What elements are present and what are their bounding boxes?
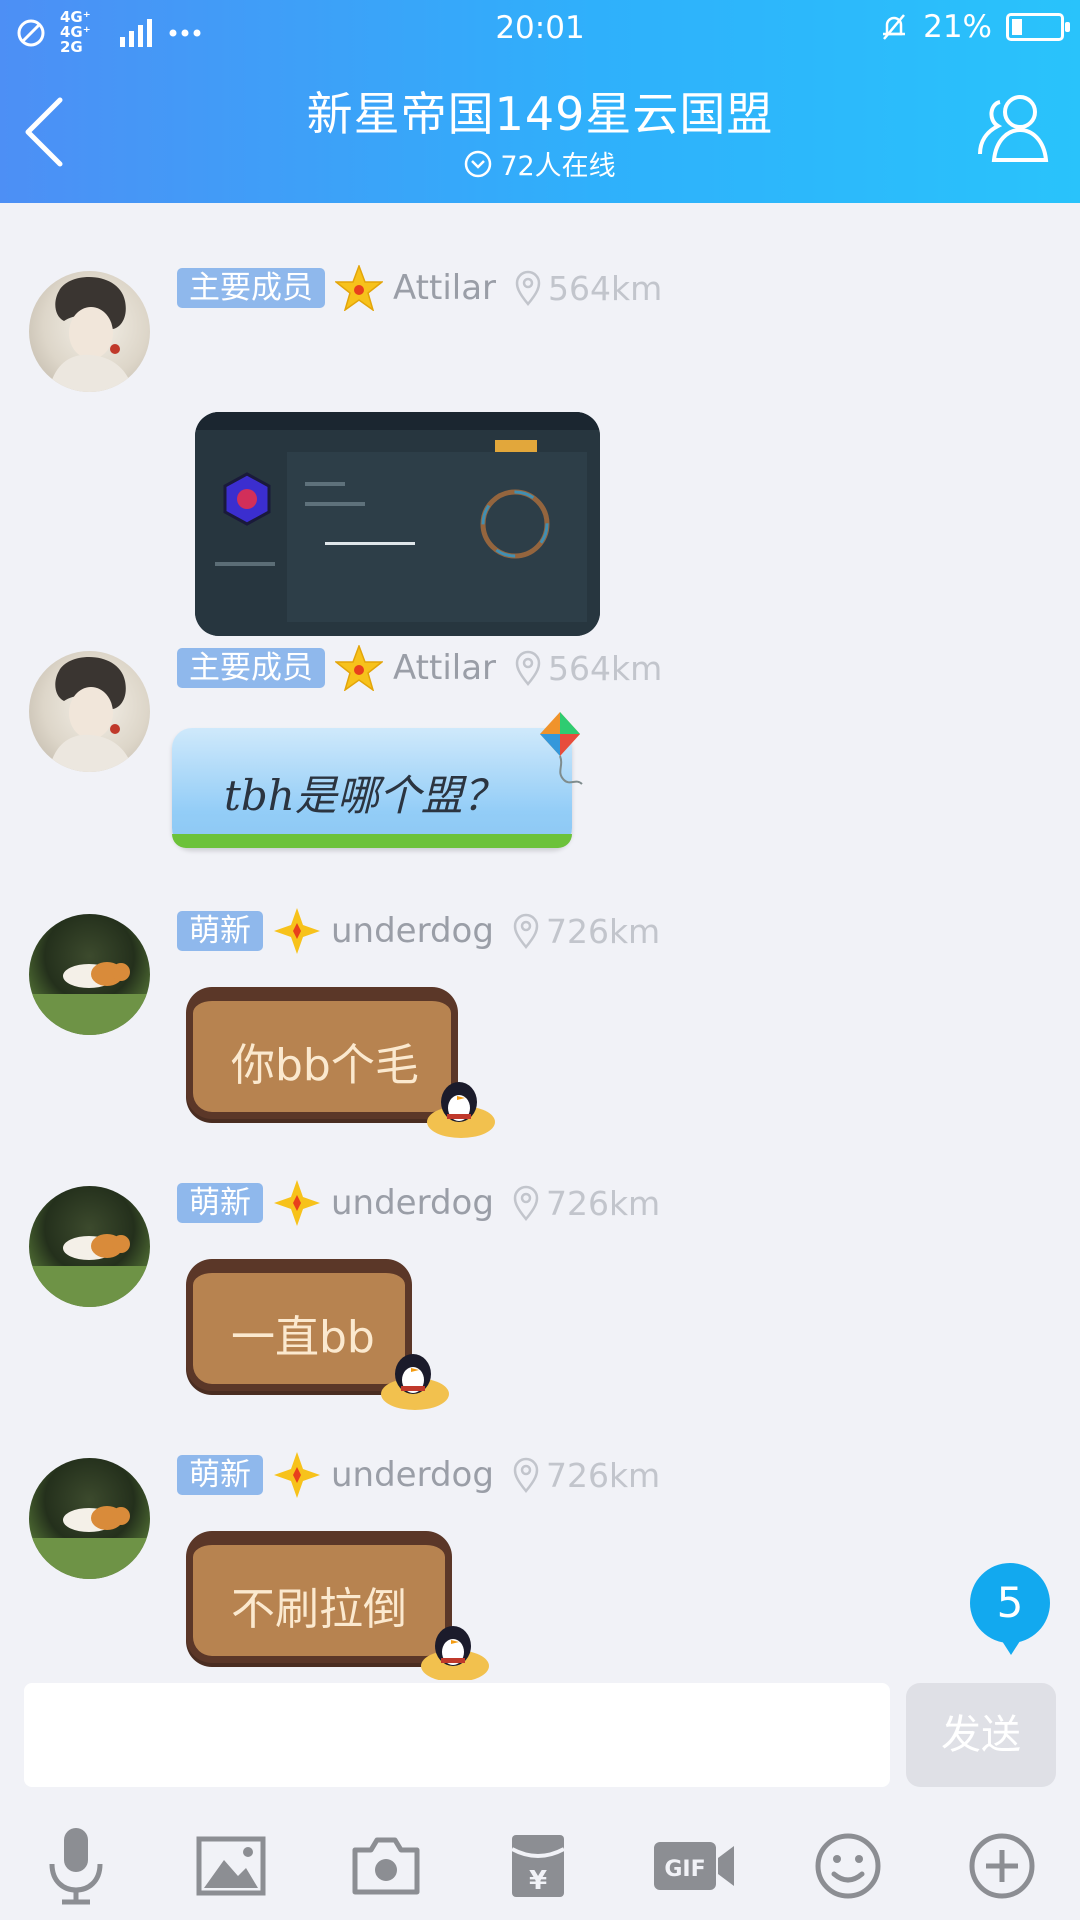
message-text: 一直bb	[231, 1312, 375, 1363]
image-icon[interactable]	[191, 1826, 271, 1906]
emoji-icon[interactable]	[808, 1826, 888, 1906]
avatar[interactable]	[29, 1186, 150, 1307]
message-bubble[interactable]: 不刷拉倒	[186, 1531, 489, 1680]
username[interactable]: Attilar	[393, 268, 496, 308]
distance: 726km	[545, 1455, 661, 1495]
message-bubble[interactable]: tbh是哪个盟？	[172, 712, 583, 848]
message-text: 不刷拉倒	[231, 1584, 407, 1635]
username[interactable]: underdog	[331, 1183, 494, 1223]
chevron-circle-down-icon	[465, 150, 492, 177]
online-count: 72人在线	[500, 151, 616, 182]
role-badge: 萌新	[177, 1183, 263, 1223]
message-meta: 萌新 underdog 726km	[177, 908, 661, 954]
role-badge: 萌新	[177, 1455, 263, 1495]
message-text: 你bb个毛	[231, 1040, 419, 1091]
distance: 564km	[548, 268, 663, 308]
input-toolbar: ¥ GIF	[0, 1800, 1080, 1920]
role-badge: 主要成员	[177, 268, 325, 308]
message-input[interactable]	[24, 1683, 890, 1787]
avatar[interactable]	[29, 914, 150, 1035]
group-members-icon[interactable]	[974, 86, 1058, 170]
avatar[interactable]	[29, 1458, 150, 1579]
message-list[interactable]: 主要成员 Attilar 564km 主要成员 Attilar 564km tb…	[0, 203, 1080, 1680]
role-badge: 萌新	[177, 911, 263, 951]
send-button[interactable]: 发送	[906, 1683, 1056, 1787]
camera-icon[interactable]	[346, 1826, 426, 1906]
location-pin-icon	[513, 1457, 539, 1493]
username[interactable]: underdog	[331, 1455, 494, 1495]
avatar[interactable]	[29, 271, 150, 392]
mute-bell-icon	[883, 14, 906, 40]
four-point-star-icon	[274, 1452, 320, 1498]
gold-star-icon	[335, 645, 383, 691]
online-count-toggle[interactable]: 72人在线	[0, 144, 1080, 183]
svg-text:GIF: GIF	[664, 1857, 705, 1882]
penguin-mascot-icon	[421, 1626, 489, 1680]
battery-icon	[1006, 13, 1070, 41]
message-bubble[interactable]: 你bb个毛	[186, 987, 495, 1138]
image-message[interactable]	[195, 412, 600, 636]
four-point-star-icon	[274, 1180, 320, 1226]
message-meta: 主要成员 Attilar 564km	[177, 265, 663, 311]
gif-icon[interactable]: GIF	[652, 1826, 736, 1906]
plus-icon[interactable]	[962, 1826, 1042, 1906]
username[interactable]: underdog	[331, 911, 494, 951]
message-text: tbh是哪个盟？	[224, 771, 505, 820]
red-packet-icon[interactable]: ¥	[498, 1826, 578, 1906]
group-title: 新星帝国149星云国盟	[306, 87, 774, 141]
penguin-mascot-icon	[427, 1082, 495, 1138]
svg-text:¥: ¥	[529, 1866, 547, 1896]
distance: 564km	[548, 648, 663, 688]
username[interactable]: Attilar	[393, 648, 496, 688]
distance: 726km	[545, 1183, 661, 1223]
location-pin-icon	[515, 270, 541, 306]
location-pin-icon	[515, 650, 541, 686]
gold-star-icon	[335, 265, 383, 311]
message-meta: 主要成员 Attilar 564km	[177, 645, 663, 691]
four-point-star-icon	[274, 908, 320, 954]
kite-icon	[540, 712, 583, 785]
chat-header: 4G⁺ 4G⁺ 2G 20:01 21% 新星帝国149星云国盟 72人在线	[0, 0, 1080, 203]
unread-count-badge[interactable]: 5	[970, 1563, 1050, 1655]
status-bar: 4G⁺ 4G⁺ 2G 20:01 21%	[0, 0, 1080, 56]
distance: 726km	[545, 911, 661, 951]
location-pin-icon	[513, 913, 539, 949]
penguin-mascot-icon	[381, 1354, 449, 1410]
avatar[interactable]	[29, 651, 150, 772]
battery-percent: 21%	[923, 9, 992, 45]
message-meta: 萌新 underdog 726km	[177, 1452, 661, 1498]
message-meta: 萌新 underdog 726km	[177, 1180, 661, 1226]
role-badge: 主要成员	[177, 648, 325, 688]
message-bubble[interactable]: 一直bb	[186, 1259, 449, 1410]
location-pin-icon	[513, 1185, 539, 1221]
microphone-icon[interactable]	[36, 1826, 116, 1906]
